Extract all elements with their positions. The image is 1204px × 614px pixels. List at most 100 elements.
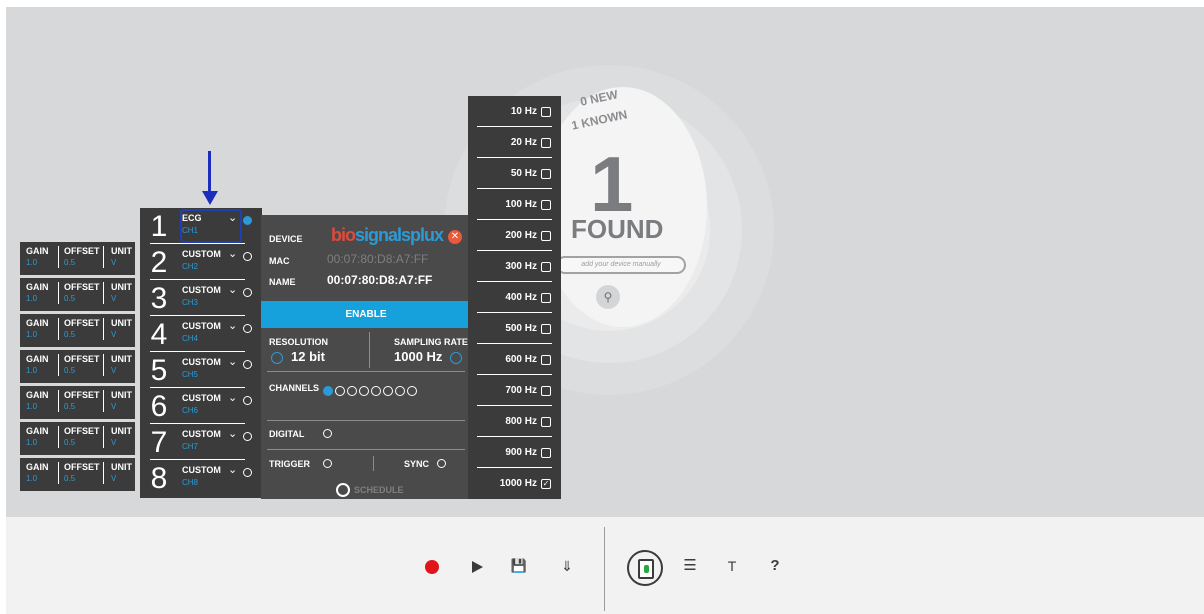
unit-value[interactable]: V [111,330,116,339]
unit-value[interactable]: V [111,402,116,411]
channel-radio[interactable] [243,288,252,297]
checkbox[interactable] [541,200,551,210]
frequency-option[interactable]: 200 Hz [468,220,561,251]
checkbox[interactable] [541,386,551,396]
channel-toggle[interactable] [395,385,405,396]
channel-radio[interactable] [243,324,252,333]
manual-device-input[interactable]: add your device manually [556,256,686,274]
gain-value[interactable]: 1.0 [26,366,37,375]
channel-toggle[interactable] [335,385,345,396]
channel-radio[interactable] [243,252,252,261]
chevron-down-icon[interactable]: ⌄ [228,427,237,440]
sensor-type[interactable]: CUSTOM [182,249,221,259]
checkbox[interactable] [541,293,551,303]
channel-config-row[interactable]: GAIN OFFSET UNIT 1.0 0.5 V [20,314,135,349]
sensor-type[interactable]: CUSTOM [182,321,221,331]
checkbox[interactable] [541,448,551,458]
frequency-option[interactable]: 100 Hz [468,189,561,220]
digital-toggle[interactable] [323,429,332,438]
gain-value[interactable]: 1.0 [26,402,37,411]
chevron-down-icon[interactable]: ⌄ [228,355,237,368]
checkbox[interactable] [541,262,551,272]
sliders-icon[interactable]: ☰ [679,555,701,577]
sync-toggle[interactable] [437,459,446,468]
gain-value[interactable]: 1.0 [26,330,37,339]
checkbox[interactable] [541,231,551,241]
chevron-down-icon[interactable]: ⌄ [228,463,237,476]
channel-config-row[interactable]: GAIN OFFSET UNIT 1.0 0.5 V [20,458,135,493]
offset-value[interactable]: 0.5 [64,366,75,375]
resolution-value[interactable]: 12 bit [291,349,325,364]
unit-value[interactable]: V [111,294,116,303]
channel-config-row[interactable]: GAIN OFFSET UNIT 1.0 0.5 V [20,422,135,457]
checkbox[interactable] [541,169,551,179]
unit-value[interactable]: V [111,474,116,483]
frequency-option[interactable]: 500 Hz [468,313,561,344]
sensor-type[interactable]: CUSTOM [182,393,221,403]
channel-row[interactable]: 8 CUSTOM CH8 ⌄ [140,460,262,496]
gain-value[interactable]: 1.0 [26,258,37,267]
frequency-option[interactable]: 800 Hz [468,406,561,437]
channel-row[interactable]: 2 CUSTOM CH2 ⌄ [140,244,262,280]
checkbox[interactable] [541,138,551,148]
frequency-option[interactable]: 10 Hz [468,96,561,127]
record-icon[interactable] [425,560,439,574]
channel-radio[interactable] [243,216,252,225]
enable-button[interactable]: ENABLE [261,301,471,328]
channel-toggle[interactable] [347,385,357,396]
chevron-down-icon[interactable]: ⌄ [228,391,237,404]
play-icon[interactable] [472,561,483,573]
channel-toggle[interactable] [323,385,333,396]
checkbox[interactable] [541,324,551,334]
schedule-button[interactable]: SCHEDULE [354,485,404,495]
checkbox[interactable] [541,355,551,365]
sensor-type[interactable]: CUSTOM [182,357,221,367]
frequency-option[interactable]: 300 Hz [468,251,561,282]
checkbox[interactable]: ✓ [541,479,551,489]
frequency-option[interactable]: 20 Hz [468,127,561,158]
channel-row[interactable]: 6 CUSTOM CH6 ⌄ [140,388,262,424]
chevron-down-icon[interactable]: ⌄ [228,319,237,332]
save-icon[interactable]: 💾 [508,555,530,577]
offset-value[interactable]: 0.5 [64,294,75,303]
frequency-option[interactable]: 50 Hz [468,158,561,189]
offset-value[interactable]: 0.5 [64,258,75,267]
channel-radio[interactable] [243,468,252,477]
frequency-option[interactable]: 900 Hz [468,437,561,468]
frequency-option[interactable]: 600 Hz [468,344,561,375]
unit-value[interactable]: V [111,258,116,267]
channel-row[interactable]: 4 CUSTOM CH4 ⌄ [140,316,262,352]
channel-toggle[interactable] [359,385,369,396]
close-icon[interactable]: ✕ [448,230,462,244]
gain-value[interactable]: 1.0 [26,438,37,447]
channel-toggle[interactable] [407,385,417,396]
channel-toggle[interactable] [371,385,381,396]
help-button[interactable]: ? [764,555,786,577]
channel-radio[interactable] [243,396,252,405]
offset-value[interactable]: 0.5 [64,438,75,447]
channel-radio[interactable] [243,360,252,369]
device-icon[interactable] [627,550,663,586]
schedule-clock-icon[interactable] [336,483,350,497]
sensor-type[interactable]: CUSTOM [182,429,221,439]
gain-value[interactable]: 1.0 [26,294,37,303]
chevron-down-icon[interactable]: ⌄ [228,283,237,296]
channel-config-row[interactable]: GAIN OFFSET UNIT 1.0 0.5 V [20,386,135,421]
unit-value[interactable]: V [111,366,116,375]
unit-value[interactable]: V [111,438,116,447]
channel-config-row[interactable]: GAIN OFFSET UNIT 1.0 0.5 V [20,350,135,385]
offset-value[interactable]: 0.5 [64,402,75,411]
sensor-type[interactable]: CUSTOM [182,285,221,295]
channel-radio[interactable] [243,432,252,441]
search-icon[interactable]: ⚲ [596,285,620,309]
channel-row[interactable]: 7 CUSTOM CH7 ⌄ [140,424,262,460]
sampling-rate-value[interactable]: 1000 Hz [394,349,442,364]
channel-row[interactable]: 3 CUSTOM CH3 ⌄ [140,280,262,316]
frequency-option[interactable]: 400 Hz [468,282,561,313]
sensor-type[interactable]: CUSTOM [182,465,221,475]
checkbox[interactable] [541,417,551,427]
trigger-toggle[interactable] [323,459,332,468]
cart-icon[interactable]: Т [721,555,743,577]
channel-config-row[interactable]: GAIN OFFSET UNIT 1.0 0.5 V [20,242,135,277]
frequency-option[interactable]: 700 Hz [468,375,561,406]
